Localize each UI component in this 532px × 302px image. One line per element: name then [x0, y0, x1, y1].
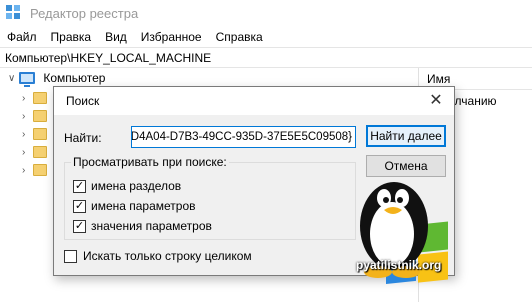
option-value-data[interactable]: ✓ значения параметров	[73, 219, 212, 233]
find-next-label: Найти далее	[370, 129, 442, 143]
menu-item-edit[interactable]: Правка	[51, 30, 92, 44]
column-header-label: Имя	[427, 71, 451, 86]
find-label: Найти:	[64, 131, 102, 145]
chevron-right-icon[interactable]: ›	[22, 165, 25, 176]
option-whole-string-label: Искать только строку целиком	[83, 249, 252, 263]
folder-icon	[33, 164, 48, 176]
option-value-data-label: значения параметров	[91, 219, 212, 233]
find-next-button[interactable]: Найти далее	[366, 125, 446, 147]
option-value-names-label: имена параметров	[91, 199, 196, 213]
chevron-down-icon[interactable]: ∨	[8, 73, 15, 84]
find-input[interactable]: F92D4A04-D7B3-49CC-935D-37E5E5C09508}	[131, 126, 356, 148]
menu-item-favorites[interactable]: Избранное	[141, 30, 202, 44]
option-whole-string[interactable]: Искать только строку целиком	[64, 249, 252, 263]
chevron-right-icon[interactable]: ›	[22, 129, 25, 140]
checkbox-value-data[interactable]: ✓	[73, 219, 86, 233]
registry-editor-icon	[6, 5, 22, 21]
chevron-right-icon[interactable]: ›	[22, 93, 25, 104]
window-title: Редактор реестра	[30, 5, 139, 21]
title-bar: Редактор реестра	[0, 0, 532, 26]
address-path: Компьютер\HKEY_LOCAL_MACHINE	[5, 50, 212, 65]
folder-icon	[33, 110, 48, 122]
menu-bar: Файл Правка Вид Избранное Справка	[0, 26, 532, 47]
search-scope-group: Просматривать при поиске: ✓ имена раздел…	[64, 155, 356, 240]
computer-icon	[19, 72, 36, 87]
find-input-value: F92D4A04-D7B3-49CC-935D-37E5E5C09508}	[132, 131, 352, 143]
chevron-right-icon[interactable]: ›	[22, 111, 25, 122]
menu-item-view[interactable]: Вид	[105, 30, 127, 44]
folder-icon	[33, 128, 48, 140]
tree-root-label: Компьютер	[43, 71, 106, 85]
tree-item[interactable]: ›	[22, 164, 48, 176]
address-bar[interactable]: Компьютер\HKEY_LOCAL_MACHINE	[0, 47, 532, 68]
tree-item[interactable]: ›	[22, 92, 48, 104]
checkbox-whole-string[interactable]	[64, 249, 77, 263]
checkbox-value-names[interactable]: ✓	[73, 199, 86, 213]
option-keys-label: имена разделов	[91, 179, 182, 193]
tree-item[interactable]: ›	[22, 146, 48, 158]
tree-item[interactable]: ›	[22, 110, 48, 122]
dialog-title-bar: Поиск ✕	[54, 87, 454, 115]
dialog-title: Поиск	[66, 94, 100, 108]
chevron-right-icon[interactable]: ›	[22, 147, 25, 158]
close-icon[interactable]: ✕	[426, 91, 446, 111]
folder-icon	[33, 146, 48, 158]
menu-item-help[interactable]: Справка	[216, 30, 263, 44]
folder-icon	[33, 92, 48, 104]
checkbox-keys[interactable]: ✓	[73, 179, 86, 193]
watermark-text: pyatilistnik.org	[356, 258, 442, 272]
tree-item[interactable]: ›	[22, 128, 48, 140]
group-caption: Просматривать при поиске:	[71, 155, 229, 169]
tree-item-computer[interactable]: ∨ Компьютер	[8, 71, 106, 87]
option-keys[interactable]: ✓ имена разделов	[73, 179, 181, 193]
option-value-names[interactable]: ✓ имена параметров	[73, 199, 196, 213]
menu-item-file[interactable]: Файл	[7, 30, 37, 44]
